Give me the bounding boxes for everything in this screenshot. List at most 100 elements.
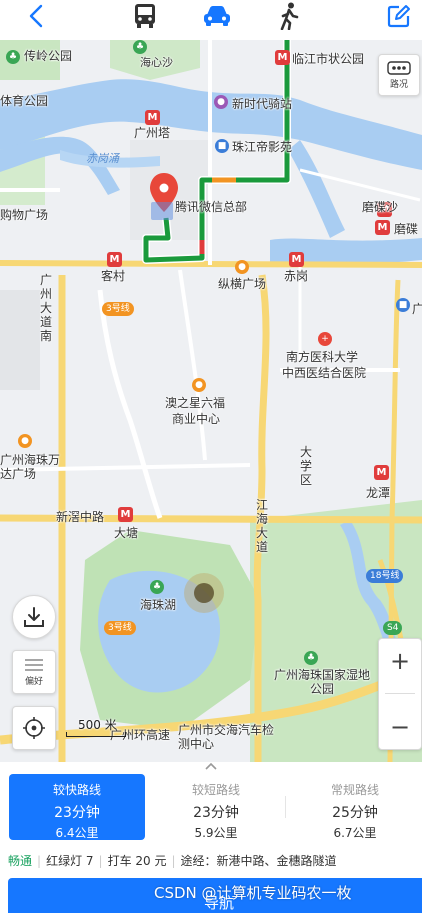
metro-line-tag: 18号线 (366, 569, 404, 583)
zoom-out-button[interactable]: − (390, 715, 410, 739)
divider: | (171, 853, 176, 868)
tab-car[interactable] (200, 0, 234, 32)
tab-walk[interactable] (272, 0, 306, 32)
route-summary: 畅通 | 红绿灯 7 | 打车 20 元 | 途经：新港中路、金穗路隧道 (8, 852, 337, 869)
route-time: 25分钟 (332, 805, 378, 821)
map-label: 传岭公园 (24, 49, 73, 63)
shopping-icon: ● (214, 95, 228, 109)
watermark: CSDN @计算机专业码农一枚 (154, 884, 352, 902)
map-label: 磨碟沙 (362, 200, 399, 214)
map-label: 广州海珠万达广场 (0, 453, 61, 481)
bus-icon (135, 4, 155, 28)
map-label: 赤岗 (284, 269, 309, 283)
walk-icon (280, 2, 299, 30)
route-panel: 较快路线 23分钟 6.4公里 较短路线 23分钟 5.9公里 常规路线 25分… (0, 762, 422, 913)
map-label: 广州海珠国家湿地公园 (273, 668, 370, 696)
back-button[interactable] (22, 0, 50, 32)
route-option-fastest[interactable]: 较快路线 23分钟 6.4公里 (9, 774, 145, 840)
route-option-regular[interactable]: 常规路线 25分钟 6.7公里 (287, 774, 422, 840)
water-label: 赤岗涌 (86, 152, 119, 165)
chevron-up-icon[interactable] (205, 762, 217, 770)
destination-label: 腾讯微信总部 (175, 200, 248, 214)
map-label: 临江市状公园 (292, 52, 365, 66)
metro-icon: M (275, 50, 290, 65)
metro-line-tag: 3号线 (104, 621, 136, 635)
map-view[interactable]: ♣ ♣ M M ● ■ M M M M ● + ● ● M M ♣ ♣ ■ 3号… (0, 40, 422, 762)
map-label: 澳之星六福 (165, 396, 226, 410)
scale-label: 500 米 (78, 718, 117, 732)
scale-line (66, 732, 126, 737)
hospital-icon: + (318, 332, 332, 346)
route-distance: 6.4公里 (55, 826, 99, 840)
shopping-icon: ● (192, 378, 206, 392)
square-icon: ● (235, 260, 249, 274)
map-label: 购物广场 (0, 208, 49, 222)
edit-button[interactable] (384, 0, 414, 32)
cinema-icon: ■ (215, 139, 229, 153)
map-label: 珠江帝影苑 (232, 140, 293, 154)
taxi-fare: 打车 20 元 (107, 854, 167, 868)
traffic-button[interactable]: 路况 (378, 54, 420, 96)
shopping-icon: ● (18, 434, 32, 448)
map-label: 海心沙 (140, 56, 173, 69)
map-label: 商业中心 (172, 412, 221, 426)
metro-icon: M (145, 110, 160, 125)
route-time: 23分钟 (54, 805, 100, 821)
zoom-in-button[interactable]: + (390, 649, 410, 673)
metro-icon: M (289, 252, 304, 267)
share-button[interactable] (12, 595, 56, 639)
navigate-button[interactable]: 导航 CSDN @计算机专业码农一枚 (8, 878, 422, 913)
map-label: 大学区 (300, 445, 313, 487)
traffic-status: 畅通 (8, 854, 33, 868)
metro-icon: M (374, 465, 389, 480)
metro-icon: M (118, 507, 133, 522)
download-icon (24, 607, 44, 627)
park-icon: ♣ (150, 580, 164, 594)
divider: | (37, 853, 42, 868)
chevron-left-icon (29, 4, 43, 28)
map-label: 广 (412, 302, 422, 316)
map-label: 中西医结合医院 (282, 366, 367, 380)
map-label: 广州市交海汽车检测中心 (178, 723, 275, 751)
road-label: 广州大道南 (40, 273, 53, 343)
route-name: 较短路线 (191, 783, 240, 797)
route-name: 常规路线 (330, 783, 379, 797)
route-time: 23分钟 (193, 805, 239, 821)
map-label: 纵横广场 (218, 277, 267, 291)
traffic-icon (387, 60, 411, 75)
route-name: 较快路线 (52, 783, 101, 797)
road-label: 江海大道 (256, 498, 269, 554)
locate-icon (23, 717, 45, 739)
preference-label: 偏好 (24, 676, 43, 687)
map-label: 南方医科大学 (286, 350, 359, 364)
preference-button[interactable]: 偏好 (12, 650, 56, 694)
route-distance: 5.9公里 (194, 826, 238, 840)
car-icon (204, 6, 230, 26)
zoom-control: + − (378, 638, 422, 750)
metro-icon: M (375, 220, 390, 235)
map-label: 体育公园 (0, 94, 49, 108)
metro-line-tag: 3号线 (102, 302, 134, 316)
park-icon: ♣ (6, 50, 20, 64)
locate-button[interactable] (12, 706, 56, 750)
map-label: 海珠湖 (140, 598, 177, 612)
school-icon: ■ (396, 298, 410, 312)
traffic-lights: 红绿灯 7 (46, 854, 94, 868)
route-distance: 6.7公里 (333, 826, 377, 840)
edit-icon (387, 5, 410, 28)
road-label: 新滘中路 (56, 510, 105, 524)
menu-icon (25, 658, 43, 671)
traffic-label: 路况 (389, 79, 408, 90)
top-bar (0, 0, 422, 40)
tab-bus[interactable] (128, 0, 162, 32)
map-label: 大塘 (114, 526, 139, 540)
map-label: 龙潭 (366, 486, 391, 500)
map-label: 广州塔 (134, 126, 171, 140)
park-icon: ♣ (304, 651, 318, 665)
map-label: 客村 (101, 269, 126, 283)
park-icon: ♣ (133, 40, 147, 54)
route-option-shortest[interactable]: 较短路线 23分钟 5.9公里 (148, 774, 284, 840)
via-roads: 途经：新港中路、金穗路隧道 (180, 854, 337, 868)
metro-icon: M (107, 252, 122, 267)
map-label: 新时代骑站 (232, 97, 293, 111)
